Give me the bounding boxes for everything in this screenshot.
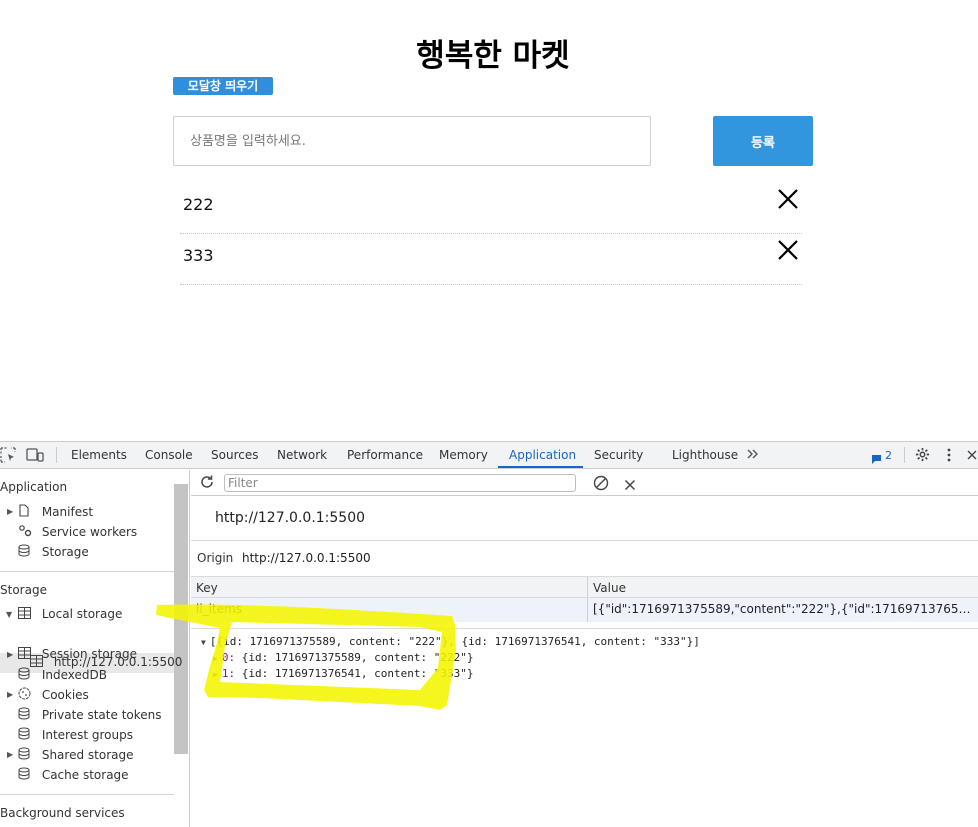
tab-memory[interactable]: Memory bbox=[439, 448, 488, 462]
open-modal-button[interactable]: 모달창 띄우기 bbox=[173, 77, 273, 95]
issues-icon[interactable] bbox=[871, 450, 882, 469]
expand-arrow-icon[interactable]: ▶ bbox=[7, 507, 13, 516]
divider bbox=[0, 571, 174, 572]
sidebar-item-storage[interactable]: Storage bbox=[18, 544, 89, 560]
sidebar-section-storage: Storage bbox=[0, 583, 47, 597]
tab-console[interactable]: Console bbox=[145, 448, 193, 462]
close-icon[interactable] bbox=[776, 187, 800, 211]
expand-arrow-icon[interactable]: ▶ bbox=[213, 654, 218, 663]
collapse-arrow-icon[interactable]: ▼ bbox=[201, 638, 206, 647]
origin-label: Origin bbox=[197, 551, 234, 565]
sidebar-item-service-workers[interactable]: Service workers bbox=[18, 524, 137, 540]
storage-table: Key Value li_items [{"id":1716971375589,… bbox=[191, 577, 978, 628]
item-content: 333 bbox=[183, 246, 214, 265]
active-tab-indicator bbox=[498, 466, 583, 468]
gears-icon bbox=[18, 524, 32, 540]
value-preview: ▼ [{id: 1716971375589, content: "222"}, {… bbox=[191, 628, 978, 827]
delete-selected-icon[interactable] bbox=[624, 476, 636, 495]
table-cell-key[interactable]: li_items bbox=[191, 598, 587, 622]
sidebar-scrollbar[interactable] bbox=[174, 484, 188, 754]
table-icon bbox=[18, 647, 32, 662]
sidebar-item-indexeddb[interactable]: IndexedDB bbox=[18, 667, 107, 683]
issues-count[interactable]: 2 bbox=[885, 449, 892, 462]
sidebar-item-shared-storage[interactable]: Shared storage bbox=[18, 747, 133, 763]
table-icon bbox=[18, 607, 32, 622]
divider bbox=[56, 447, 57, 463]
tab-lighthouse[interactable]: Lighthouse bbox=[672, 448, 738, 462]
database-icon bbox=[18, 667, 32, 683]
more-tabs-icon[interactable] bbox=[746, 446, 760, 465]
sidebar-item-private-state-tokens[interactable]: Private state tokens bbox=[18, 707, 162, 723]
web-page: 행복한 마켓 모달창 띄우기 등록 222 333 bbox=[0, 0, 978, 440]
device-toolbar-icon[interactable] bbox=[26, 447, 44, 467]
inspect-element-icon[interactable] bbox=[0, 447, 16, 467]
preview-item-1[interactable]: ▶ 1: {id: 1716971376541, content: "333"} bbox=[213, 667, 474, 680]
database-icon bbox=[18, 767, 32, 783]
origin-row: Origin http://127.0.0.1:5500 bbox=[191, 540, 978, 577]
application-sidebar: Application ▶ Manifest Service workers S… bbox=[0, 470, 190, 827]
tab-application[interactable]: Application bbox=[509, 448, 576, 462]
expand-arrow-icon[interactable]: ▶ bbox=[7, 750, 13, 759]
origin-heading: http://127.0.0.1:5500 bbox=[215, 510, 366, 526]
devtools-tabbar: Elements Console Sources Network Perform… bbox=[0, 442, 978, 469]
database-icon bbox=[18, 544, 32, 560]
tab-network[interactable]: Network bbox=[277, 448, 327, 462]
sidebar-section-application: Application bbox=[0, 480, 68, 494]
divider bbox=[0, 794, 174, 795]
list-item: 333 bbox=[180, 234, 802, 285]
tab-elements[interactable]: Elements bbox=[71, 448, 127, 462]
sidebar-item-cache-storage[interactable]: Cache storage bbox=[18, 767, 129, 783]
expand-arrow-icon[interactable]: ▶ bbox=[213, 670, 218, 679]
preview-item-0[interactable]: ▶ 0: {id: 1716971375589, content: "222"} bbox=[213, 651, 474, 664]
product-name-input[interactable] bbox=[173, 116, 651, 166]
expand-arrow-icon[interactable]: ▶ bbox=[7, 690, 13, 699]
tab-performance[interactable]: Performance bbox=[347, 448, 423, 462]
sidebar-item-session-storage[interactable]: Session storage bbox=[18, 647, 137, 662]
sidebar-item-manifest[interactable]: Manifest bbox=[18, 504, 93, 520]
database-icon bbox=[18, 747, 32, 763]
expand-arrow-icon[interactable]: ▶ bbox=[7, 650, 13, 659]
sidebar-item-interest-groups[interactable]: Interest groups bbox=[18, 727, 133, 743]
sidebar-item-cookies[interactable]: Cookies bbox=[18, 687, 89, 703]
cookie-icon bbox=[18, 687, 32, 703]
preview-root[interactable]: ▼ [{id: 1716971375589, content: "222"}, {… bbox=[201, 635, 700, 648]
origin-value: http://127.0.0.1:5500 bbox=[242, 551, 371, 565]
column-divider bbox=[587, 577, 588, 622]
divider bbox=[904, 447, 905, 463]
column-header-key[interactable]: Key bbox=[191, 577, 587, 598]
database-icon bbox=[18, 727, 32, 743]
more-options-icon[interactable] bbox=[946, 447, 952, 467]
close-icon[interactable] bbox=[776, 238, 800, 262]
close-icon[interactable] bbox=[966, 447, 978, 467]
sidebar-item-local-storage[interactable]: Local storage bbox=[18, 607, 122, 622]
tab-sources[interactable]: Sources bbox=[211, 448, 258, 462]
storage-main-panel: http://127.0.0.1:5500 Origin http://127.… bbox=[191, 470, 978, 827]
filter-input[interactable] bbox=[224, 474, 576, 492]
list-item: 222 bbox=[180, 183, 802, 234]
gear-icon[interactable] bbox=[915, 447, 930, 466]
column-header-value[interactable]: Value bbox=[588, 577, 978, 598]
refresh-icon[interactable] bbox=[199, 474, 215, 494]
database-icon bbox=[18, 707, 32, 723]
devtools-panel: Elements Console Sources Network Perform… bbox=[0, 441, 978, 827]
tab-security[interactable]: Security bbox=[594, 448, 643, 462]
document-icon bbox=[18, 504, 32, 520]
register-button[interactable]: 등록 bbox=[713, 116, 813, 166]
table-cell-value[interactable]: [{"id":1716971375589,"content":"222"},{"… bbox=[588, 598, 978, 622]
clear-all-icon[interactable] bbox=[593, 475, 609, 495]
filter-toolbar bbox=[191, 470, 978, 496]
sidebar-section-background-services: Background services bbox=[0, 806, 125, 820]
collapse-arrow-icon[interactable]: ▼ bbox=[6, 610, 12, 619]
page-title: 행복한 마켓 bbox=[416, 38, 570, 74]
item-content: 222 bbox=[183, 195, 214, 214]
